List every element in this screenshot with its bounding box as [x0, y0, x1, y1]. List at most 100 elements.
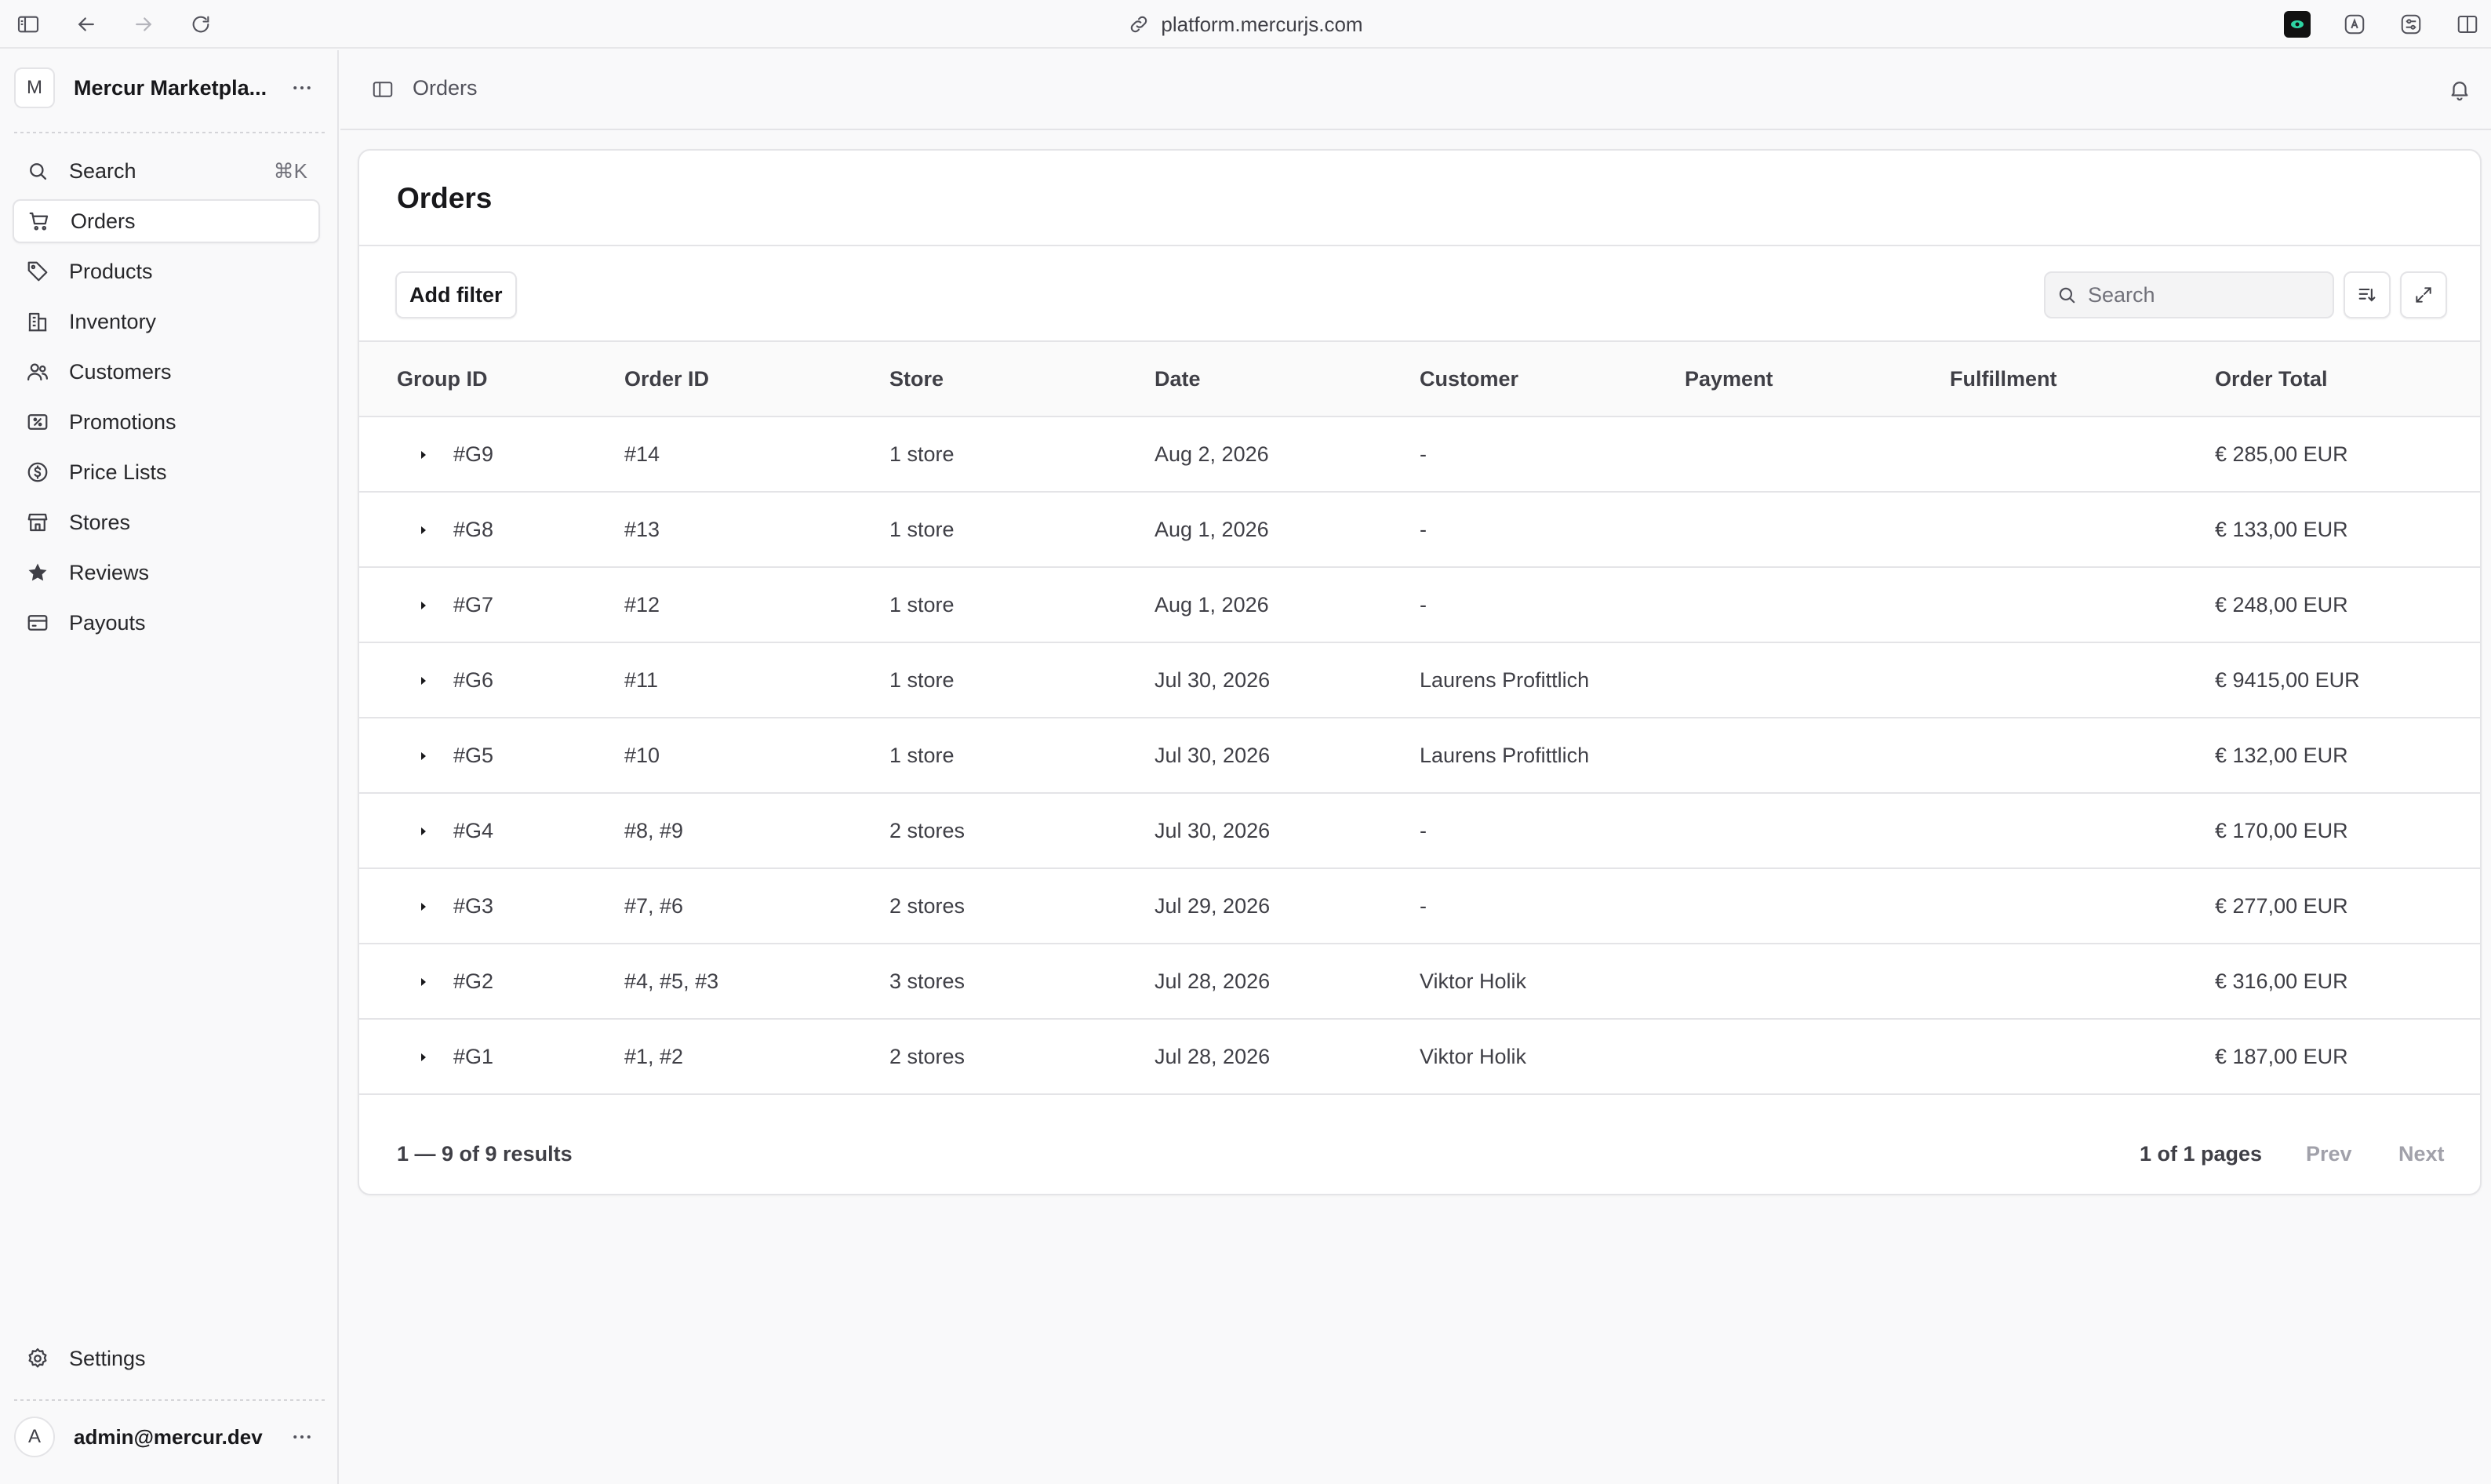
cell-order-id: #12	[624, 593, 660, 617]
sidebar-item-label: Payouts	[69, 610, 146, 635]
expand-row-icon[interactable]	[414, 822, 433, 841]
expand-row-icon[interactable]	[414, 671, 433, 690]
expand-row-icon[interactable]	[414, 973, 433, 991]
cell-date: Jul 28, 2026	[1155, 969, 1271, 993]
search-input[interactable]	[2088, 282, 2307, 307]
search-field[interactable]	[2044, 271, 2334, 318]
expand-row-icon[interactable]	[414, 1048, 433, 1067]
cell-date: Jul 30, 2026	[1155, 819, 1271, 842]
sidebar-toggle-icon[interactable]	[369, 75, 397, 104]
store-switcher[interactable]: M Mercur Marketpla...	[14, 67, 325, 108]
sidebar-item-customers[interactable]: Customers	[13, 350, 320, 394]
cell-date: Jul 30, 2026	[1155, 744, 1271, 767]
column-header-order-id[interactable]: Order ID	[624, 367, 709, 391]
cell-store: 3 stores	[889, 969, 965, 993]
expand-icon	[2413, 285, 2434, 305]
sidebar-item-products[interactable]: Products	[13, 249, 320, 293]
address-bar[interactable]: platform.mercurjs.com	[0, 9, 2491, 39]
sort-button[interactable]	[2344, 271, 2391, 318]
cell-order-id: #11	[624, 668, 659, 692]
expand-button[interactable]	[2400, 271, 2447, 318]
cell-group-id: #G5	[453, 744, 494, 767]
sort-icon	[2356, 284, 2378, 306]
breadcrumb[interactable]: Orders	[413, 76, 478, 100]
cell-total: € 285,00 EUR	[2215, 442, 2348, 466]
sidebar-item-label: Promotions	[69, 409, 176, 434]
table-row[interactable]: #G4 #8, #9 2 stores Jul 30, 2026 - € 170,00 E…	[359, 794, 2480, 869]
table-row[interactable]: #G6 #11 1 store Jul 30, 2026 Laurens Profitt…	[359, 643, 2480, 718]
table-row[interactable]: #G1 #1, #2 2 stores Jul 28, 2026 Viktor Holi…	[359, 1020, 2480, 1095]
table-row[interactable]: #G9 #14 1 store Aug 2, 2026 - € 285,00 EUR	[359, 417, 2480, 493]
cell-customer: Viktor Holik	[1420, 1045, 1527, 1068]
prev-button[interactable]: Prev	[2306, 1142, 2352, 1166]
bell-icon[interactable]	[2446, 75, 2474, 104]
add-filter-button[interactable]: Add filter	[395, 271, 517, 318]
cell-total: € 132,00 EUR	[2215, 744, 2348, 767]
sidebar-item-orders[interactable]: Orders	[13, 199, 320, 243]
cell-store: 2 stores	[889, 1045, 965, 1068]
sidebar-item-stores[interactable]: Stores	[13, 500, 320, 544]
cell-total: € 316,00 EUR	[2215, 969, 2348, 993]
cell-customer: Laurens Profittlich	[1420, 668, 1590, 692]
cell-order-id: #14	[624, 442, 660, 466]
cell-total: € 187,00 EUR	[2215, 1045, 2348, 1068]
column-header-payment[interactable]: Payment	[1685, 367, 1773, 391]
cell-store: 1 store	[889, 744, 955, 767]
page-count: 1 of 1 pages	[2140, 1142, 2263, 1166]
cell-order-id: #8, #9	[624, 819, 684, 842]
sliders-icon[interactable]	[2397, 10, 2425, 38]
settings-label: Settings	[69, 1346, 146, 1370]
cell-order-id: #1, #2	[624, 1045, 684, 1068]
translate-icon[interactable]	[2340, 10, 2369, 38]
column-header-customer[interactable]: Customer	[1420, 367, 1518, 391]
cell-total: € 248,00 EUR	[2215, 593, 2348, 617]
column-header-date[interactable]: Date	[1155, 367, 1201, 391]
cell-group-id: #G8	[453, 518, 494, 541]
cell-order-id: #7, #6	[624, 894, 684, 918]
sidebar-item-reviews[interactable]: Reviews	[13, 551, 320, 595]
url-text: platform.mercurjs.com	[1161, 12, 1363, 36]
cell-group-id: #G2	[453, 969, 494, 993]
column-header-order-total[interactable]: Order Total	[2215, 367, 2328, 391]
user-avatar: A	[14, 1417, 55, 1457]
table-row[interactable]: #G3 #7, #6 2 stores Jul 29, 2026 - € 277,00 E…	[359, 869, 2480, 944]
table-row[interactable]: #G2 #4, #5, #3 3 stores Jul 28, 2026 Viktor …	[359, 944, 2480, 1020]
cell-date: Jul 28, 2026	[1155, 1045, 1271, 1068]
more-icon[interactable]	[290, 76, 314, 100]
column-header-store[interactable]: Store	[889, 367, 944, 391]
split-view-icon[interactable]	[2453, 10, 2482, 38]
sidebar: M Mercur Marketpla... Search ⌘K Orders P…	[0, 50, 339, 1484]
cell-group-id: #G3	[453, 894, 494, 918]
cart-icon	[25, 207, 53, 235]
cell-total: € 277,00 EUR	[2215, 894, 2348, 918]
table-row[interactable]: #G5 #10 1 store Jul 30, 2026 Laurens Profitt…	[359, 718, 2480, 794]
sidebar-item-payouts[interactable]: Payouts	[13, 601, 320, 645]
buildings-icon	[24, 307, 52, 336]
cell-date: Aug 1, 2026	[1155, 518, 1269, 541]
expand-row-icon[interactable]	[414, 747, 433, 766]
sidebar-item-inventory[interactable]: Inventory	[13, 300, 320, 344]
cell-store: 1 store	[889, 668, 955, 692]
extension-icon[interactable]	[2284, 11, 2311, 38]
user-menu[interactable]: A admin@mercur.dev	[14, 1417, 325, 1457]
next-button[interactable]: Next	[2398, 1142, 2445, 1166]
card-header: Orders	[359, 151, 2480, 246]
receipt-percent-icon	[24, 408, 52, 436]
sidebar-item-price-lists[interactable]: Price Lists	[13, 450, 320, 494]
sidebar-item-settings[interactable]: Settings	[13, 1337, 320, 1380]
sidebar-item-promotions[interactable]: Promotions	[13, 400, 320, 444]
expand-row-icon[interactable]	[414, 596, 433, 615]
sidebar-search[interactable]: Search ⌘K	[13, 149, 320, 193]
cell-group-id: #G7	[453, 593, 494, 617]
table-row[interactable]: #G7 #12 1 store Aug 1, 2026 - € 248,00 EUR	[359, 568, 2480, 643]
cell-group-id: #G1	[453, 1045, 494, 1068]
more-icon[interactable]	[290, 1425, 314, 1449]
column-header-group-id[interactable]: Group ID	[397, 367, 488, 391]
page-title: Orders	[397, 182, 493, 214]
expand-row-icon[interactable]	[414, 521, 433, 540]
expand-row-icon[interactable]	[414, 446, 433, 464]
pagination: 1 — 9 of 9 results 1 of 1 pages Prev Nex…	[359, 1111, 2480, 1194]
expand-row-icon[interactable]	[414, 897, 433, 916]
column-header-fulfillment[interactable]: Fulfillment	[1950, 367, 2057, 391]
table-row[interactable]: #G8 #13 1 store Aug 1, 2026 - € 133,00 EUR	[359, 493, 2480, 568]
